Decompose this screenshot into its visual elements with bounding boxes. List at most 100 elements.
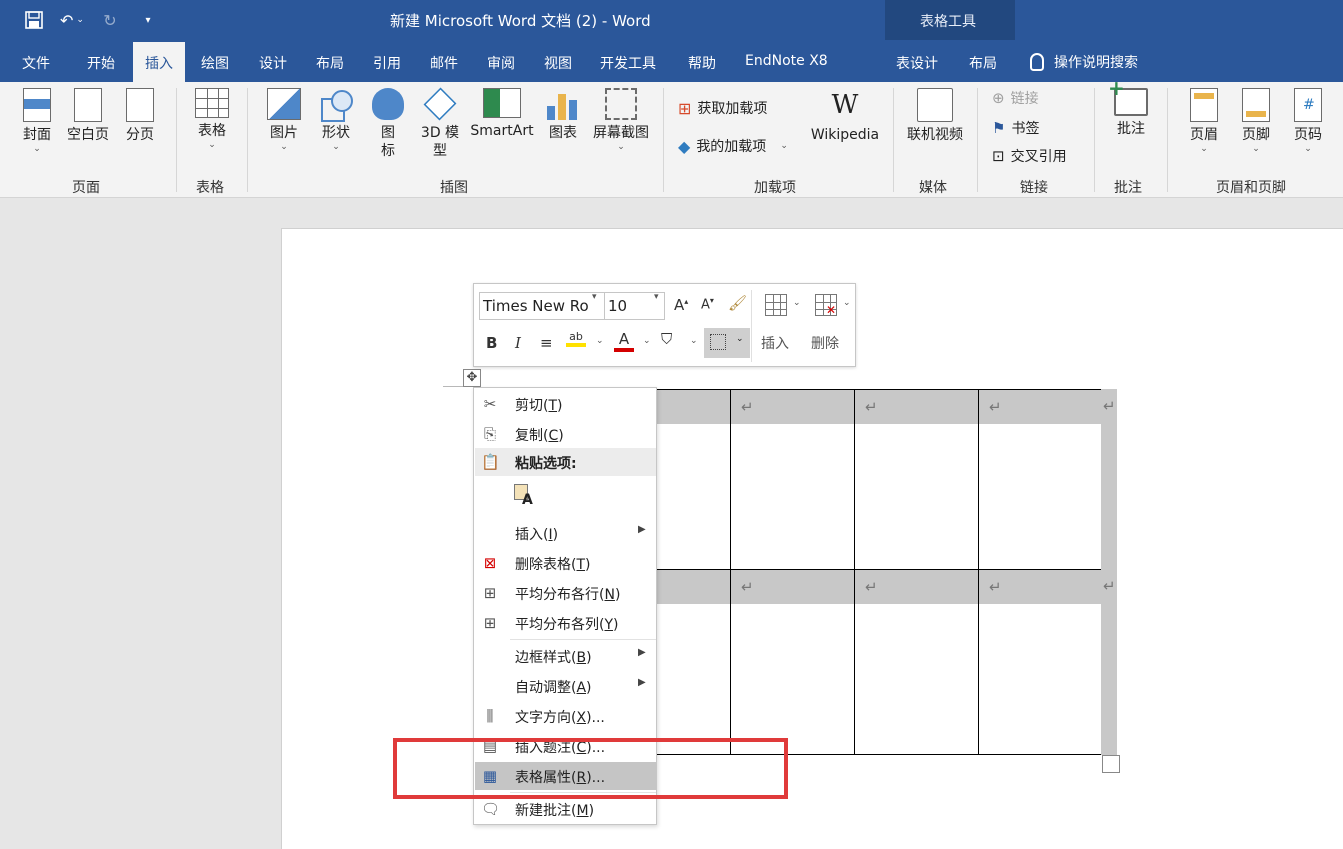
mini-toolbar: Times New Ro ▾ 10 ▾ A▴ A▾ 🖌 B I ≡ ab ⌄ A…	[473, 283, 856, 367]
undo-icon[interactable]: ↶ ⌄	[60, 8, 84, 32]
wikipedia-button[interactable]: W Wikipedia	[808, 88, 882, 144]
highlight-annotation-box	[393, 738, 788, 799]
pictures-button[interactable]: 图片 ⌄	[266, 88, 302, 152]
chevron-down-icon[interactable]: ⌄	[843, 298, 851, 308]
icons-button[interactable]: 图 标	[371, 88, 405, 160]
shading-icon[interactable]: ⛉	[661, 330, 672, 348]
menu-item-distribute-columns[interactable]: ⊞ 平均分布各列(Y)	[475, 609, 656, 637]
italic-button[interactable]: I	[515, 334, 521, 352]
tab-home[interactable]: 开始	[87, 53, 115, 73]
menu-item-border-styles[interactable]: 边框样式(B) ▶	[475, 642, 656, 670]
grow-font-button[interactable]: A▴	[674, 296, 688, 314]
tab-developer[interactable]: 开发工具	[600, 53, 656, 73]
menu-item-delete-table[interactable]: ⊠ 删除表格(T)	[475, 549, 656, 577]
menu-item-autofit[interactable]: 自动调整(A) ▶	[475, 672, 656, 700]
shapes-button[interactable]: 形状 ⌄	[317, 88, 355, 152]
tab-layout[interactable]: 布局	[316, 53, 344, 73]
table-cell[interactable]: ↵	[978, 569, 1102, 755]
row-end-mark: ↵	[1103, 577, 1116, 595]
scissors-icon: ✂	[483, 395, 497, 413]
chevron-down-icon: ⌄	[1252, 144, 1260, 154]
customize-qat-icon[interactable]: ▾	[136, 8, 160, 32]
paste-keep-text-only-icon[interactable]: A	[514, 484, 536, 510]
cross-reference-button[interactable]: ⊡ 交叉引用	[992, 146, 1067, 166]
table-move-handle-icon[interactable]: ✥	[463, 369, 481, 387]
table-cell[interactable]: ↵	[854, 569, 979, 755]
table-cell[interactable]: ↵	[730, 389, 855, 570]
cover-page-button[interactable]: 封面 ⌄	[18, 88, 56, 154]
shrink-font-button[interactable]: A▾	[701, 296, 714, 312]
group-separator	[247, 88, 248, 192]
tab-draw[interactable]: 绘图	[201, 53, 229, 73]
group-label-header-footer: 页眉和页脚	[1216, 180, 1286, 196]
tab-endnote[interactable]: EndNote X8	[745, 53, 828, 69]
tab-insert[interactable]: 插入	[133, 42, 185, 82]
group-label-links: 链接	[1020, 180, 1048, 196]
group-label-media: 媒体	[919, 180, 947, 196]
blank-page-button[interactable]: 空白页	[64, 88, 112, 144]
insert-table-icon[interactable]	[765, 294, 787, 316]
menu-item-insert[interactable]: 插入(I) ▶	[475, 519, 656, 547]
my-addins-button[interactable]: ◆ 我的加载项 ⌄	[678, 136, 788, 156]
screenshot-button[interactable]: 屏幕截图 ⌄	[590, 88, 652, 152]
tab-file[interactable]: 文件	[22, 53, 50, 73]
page-number-button[interactable]: 页码 ⌄	[1290, 88, 1326, 154]
font-name-input[interactable]: Times New Ro	[479, 292, 605, 320]
group-separator	[1167, 88, 1168, 192]
link-button[interactable]: ⊕ 链接	[992, 88, 1039, 108]
menu-item-new-comment[interactable]: 🗨 新建批注(M)	[475, 795, 656, 823]
table-cell[interactable]: ↵	[978, 389, 1102, 570]
window-title: 新建 Microsoft Word 文档 (2) - Word	[390, 12, 651, 30]
comment-icon	[1108, 76, 1148, 116]
format-painter-icon[interactable]: 🖌	[728, 294, 747, 312]
table-cell[interactable]	[656, 569, 731, 755]
center-align-icon[interactable]: ≡	[540, 334, 553, 352]
tab-help[interactable]: 帮助	[688, 53, 716, 73]
bookmark-button[interactable]: ⚑ 书签	[992, 118, 1039, 138]
online-video-button[interactable]: 联机视频	[905, 88, 965, 144]
delete-label[interactable]: 删除	[811, 333, 839, 353]
tab-table-design[interactable]: 表设计	[896, 53, 938, 73]
redo-icon[interactable]: ↻	[98, 8, 122, 32]
lightbulb-icon	[1030, 53, 1044, 71]
chevron-down-icon: ⌄	[332, 142, 340, 152]
menu-item-distribute-rows[interactable]: ⊞ 平均分布各行(N)	[475, 579, 656, 607]
table-cell[interactable]: ↵	[730, 569, 855, 755]
table-cell[interactable]	[656, 389, 731, 570]
table-button[interactable]: 表格 ⌄	[194, 88, 230, 150]
tab-table-layout[interactable]: 布局	[969, 53, 997, 73]
group-separator	[176, 88, 177, 192]
picture-icon	[267, 88, 301, 120]
copy-icon: ⎘	[483, 425, 496, 443]
insert-label[interactable]: 插入	[761, 333, 789, 353]
header-button[interactable]: 页眉 ⌄	[1186, 88, 1222, 154]
tab-view[interactable]: 视图	[544, 53, 572, 73]
tab-review[interactable]: 审阅	[487, 53, 515, 73]
tab-mailings[interactable]: 邮件	[430, 53, 458, 73]
menu-item-cut[interactable]: ✂ 剪切(T)	[475, 390, 656, 418]
font-color-icon[interactable]: A	[614, 330, 634, 352]
new-comment-icon: 🗨	[481, 800, 501, 818]
menu-item-copy[interactable]: ⎘ 复制(C)	[475, 420, 656, 448]
table-icon	[195, 88, 229, 118]
table-resize-handle[interactable]	[1102, 755, 1120, 773]
smartart-button[interactable]: SmartArt	[468, 88, 536, 140]
get-addins-button[interactable]: ⊞ 获取加载项	[678, 98, 767, 118]
ribbon-insert: 封面 ⌄ 空白页 分页 页面 表格 ⌄ 表格 图片 ⌄ 形状 ⌄ 图 标 3D …	[0, 76, 1343, 198]
chart-button[interactable]: 图表	[545, 88, 581, 142]
page-break-button[interactable]: 分页	[122, 88, 158, 144]
table-cell[interactable]: ↵	[854, 389, 979, 570]
tab-design[interactable]: 设计	[259, 53, 287, 73]
new-comment-ribbon-button[interactable]: 批注	[1108, 76, 1150, 138]
3d-models-button[interactable]: 3D 模 型	[418, 87, 462, 160]
bold-button[interactable]: B	[486, 334, 497, 352]
tell-me-search[interactable]: 操作说明搜索	[1030, 52, 1138, 72]
screenshot-icon	[605, 88, 637, 120]
borders-button[interactable]: ⌄	[704, 328, 750, 358]
menu-item-text-direction[interactable]: ⫼ 文字方向(X)...	[475, 702, 656, 730]
globe-link-icon: ⊕	[992, 89, 1005, 107]
tab-references[interactable]: 引用	[373, 53, 401, 73]
footer-button[interactable]: 页脚 ⌄	[1238, 88, 1274, 154]
save-icon[interactable]	[22, 8, 46, 32]
highlight-color-icon[interactable]: ab	[566, 330, 586, 347]
